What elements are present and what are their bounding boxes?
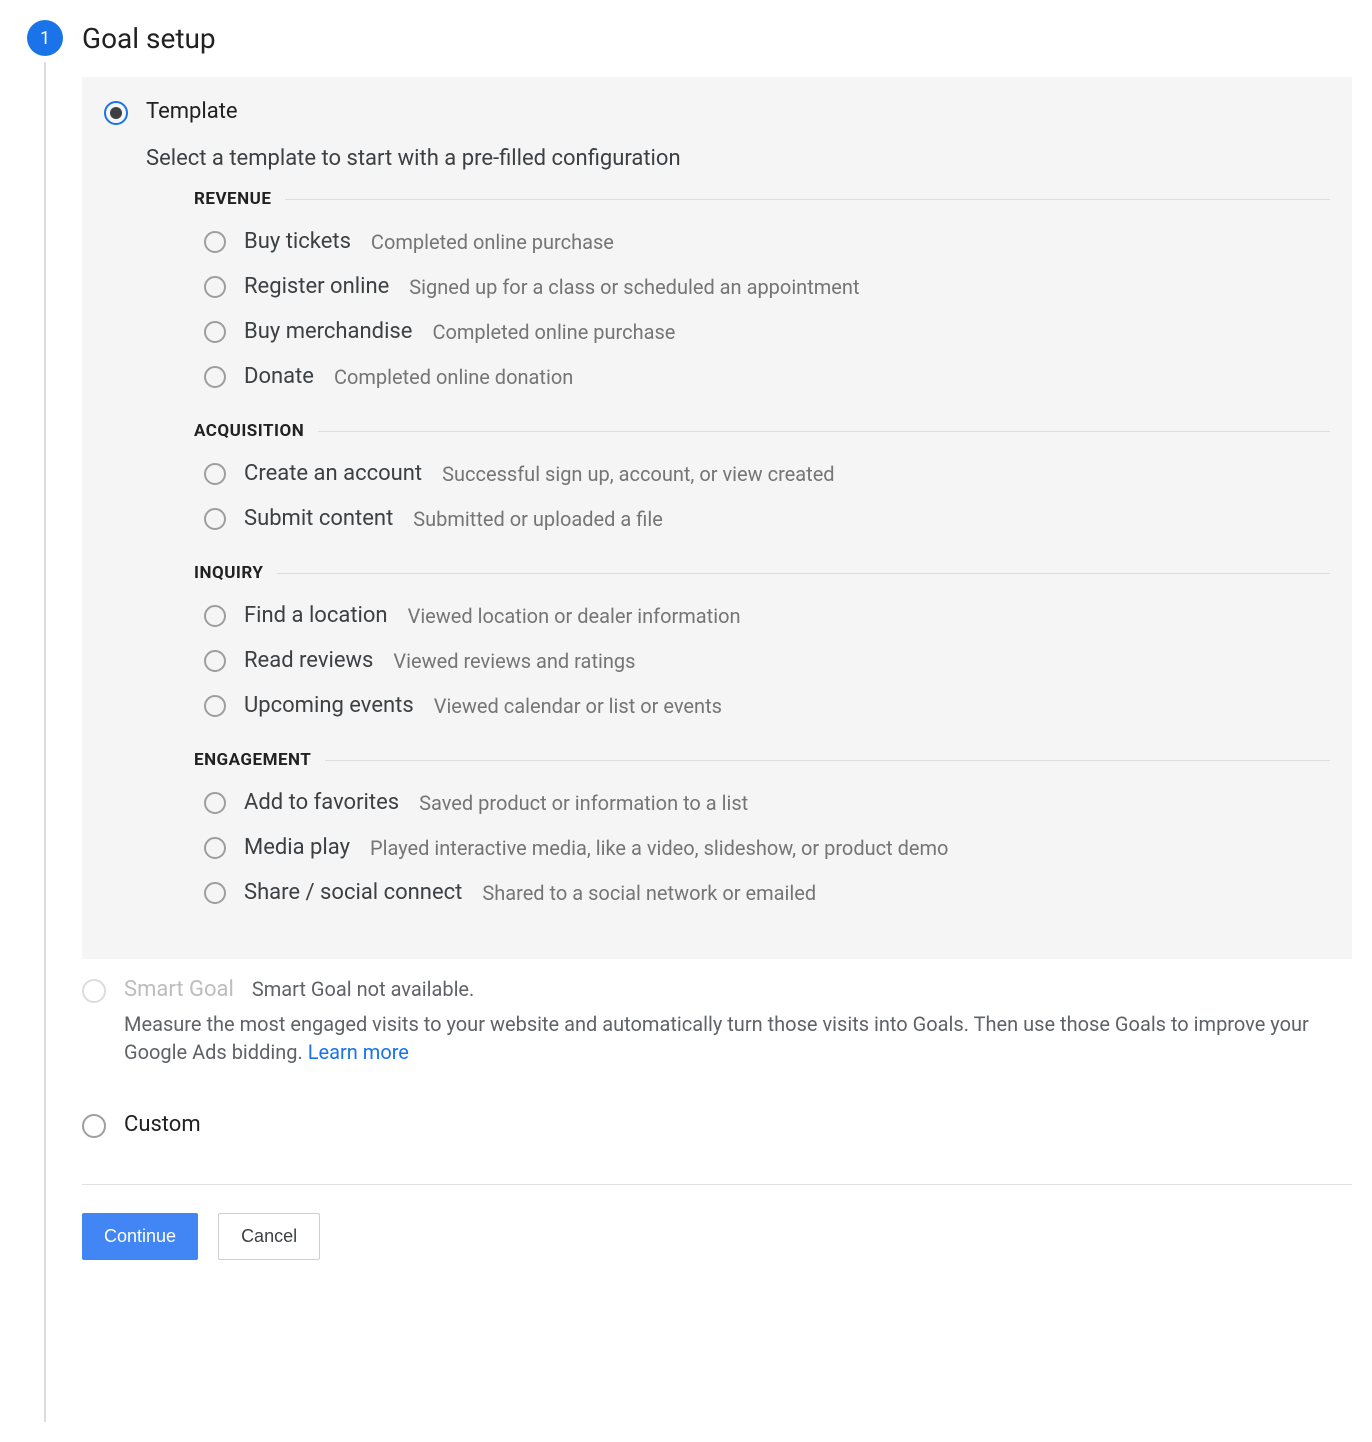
template-item-label: Submit content (244, 506, 393, 531)
template-item-radio[interactable] (204, 463, 226, 485)
template-item[interactable]: Read reviews Viewed reviews and ratings (194, 638, 1330, 683)
template-item-description: Successful sign up, account, or view cre… (442, 462, 834, 486)
template-group: ENGAGEMENT Add to favorites Saved product … (146, 750, 1330, 915)
template-item-description: Played interactive media, like a video, … (370, 836, 948, 860)
group-header: REVENUE (194, 189, 1330, 209)
button-row: Continue Cancel (82, 1213, 1352, 1260)
template-item-radio[interactable] (204, 882, 226, 904)
smart-goal-description-text: Measure the most engaged visits to your … (124, 1012, 1309, 1064)
template-item-description: Submitted or uploaded a file (413, 507, 663, 531)
template-item[interactable]: Find a location Viewed location or dealer… (194, 593, 1330, 638)
template-item-label: Register online (244, 274, 389, 299)
template-item-label: Find a location (244, 603, 388, 628)
option-custom-block: Custom (82, 1104, 1352, 1146)
template-item[interactable]: Share / social connect Shared to a social… (194, 870, 1330, 915)
custom-option-label: Custom (124, 1112, 1352, 1137)
template-item-radio[interactable] (204, 695, 226, 717)
template-item[interactable]: Media play Played interactive media, like… (194, 825, 1330, 870)
template-item-description: Completed online donation (334, 365, 573, 389)
template-item-radio[interactable] (204, 792, 226, 814)
template-item-description: Saved product or information to a list (419, 791, 748, 815)
template-item-label: Create an account (244, 461, 422, 486)
template-item[interactable]: Buy tickets Completed online purchase (194, 219, 1330, 264)
template-item-label: Media play (244, 835, 350, 860)
template-item[interactable]: Submit content Submitted or uploaded a fi… (194, 496, 1330, 541)
group-title: ENGAGEMENT (194, 750, 311, 770)
template-item[interactable]: Upcoming events Viewed calendar or list o… (194, 683, 1330, 728)
template-body: Template Select a template to start with… (128, 99, 1330, 937)
smart-goal-label: Smart Goal (124, 977, 234, 1002)
template-item-label: Upcoming events (244, 693, 414, 718)
step-connector-line (44, 62, 46, 1422)
group-divider-line (318, 431, 1330, 432)
step-content: Goal setup Template Select a template to… (70, 20, 1352, 1260)
option-smart-goal-block: Smart Goal Smart Goal not available. Mea… (82, 969, 1352, 1074)
template-groups: REVENUE Buy tickets Completed online purch… (146, 189, 1330, 915)
template-item-radio[interactable] (204, 321, 226, 343)
smart-goal-body: Smart Goal Smart Goal not available. Mea… (106, 977, 1352, 1066)
template-item-label: Donate (244, 364, 314, 389)
smart-goal-radio (82, 979, 106, 1003)
template-item[interactable]: Buy merchandise Completed online purchase (194, 309, 1330, 354)
learn-more-link[interactable]: Learn more (308, 1040, 409, 1064)
template-item-radio[interactable] (204, 605, 226, 627)
custom-body: Custom (106, 1112, 1352, 1137)
smart-goal-label-row: Smart Goal Smart Goal not available. (124, 977, 1352, 1002)
custom-radio[interactable] (82, 1114, 106, 1138)
template-item-radio[interactable] (204, 837, 226, 859)
template-item-radio[interactable] (204, 231, 226, 253)
template-item[interactable]: Create an account Successful sign up, acc… (194, 451, 1330, 496)
template-item-description: Viewed location or dealer information (408, 604, 741, 628)
group-header: ACQUISITION (194, 421, 1330, 441)
group-header: INQUIRY (194, 563, 1330, 583)
continue-button[interactable]: Continue (82, 1213, 198, 1260)
smart-goal-inline-note: Smart Goal not available. (252, 977, 474, 1001)
template-item-label: Share / social connect (244, 880, 462, 905)
template-item-description: Completed online purchase (432, 320, 675, 344)
template-item-label: Buy tickets (244, 229, 351, 254)
template-item-radio[interactable] (204, 366, 226, 388)
template-item-radio[interactable] (204, 276, 226, 298)
template-subtitle: Select a template to start with a pre-fi… (146, 146, 1330, 171)
step-column: 1 (20, 20, 70, 1422)
template-item-description: Signed up for a class or scheduled an ap… (409, 275, 859, 299)
template-item-description: Shared to a social network or emailed (482, 881, 816, 905)
template-item-radio[interactable] (204, 508, 226, 530)
divider (82, 1184, 1352, 1185)
smart-goal-description: Measure the most engaged visits to your … (124, 1010, 1352, 1066)
template-item-description: Completed online purchase (371, 230, 614, 254)
template-option-label: Template (146, 99, 1330, 124)
group-divider-line (325, 760, 1330, 761)
template-item-label: Add to favorites (244, 790, 399, 815)
template-item[interactable]: Add to favorites Saved product or informa… (194, 780, 1330, 825)
template-group: REVENUE Buy tickets Completed online purch… (146, 189, 1330, 399)
stepper: 1 Goal setup Template Select a template … (20, 20, 1352, 1422)
template-group: ACQUISITION Create an account Successful s… (146, 421, 1330, 541)
template-item-radio[interactable] (204, 650, 226, 672)
template-item[interactable]: Register online Signed up for a class or … (194, 264, 1330, 309)
template-radio[interactable] (104, 101, 128, 125)
step-title: Goal setup (82, 22, 1352, 55)
template-item[interactable]: Donate Completed online donation (194, 354, 1330, 399)
group-divider-line (277, 573, 1330, 574)
cancel-button[interactable]: Cancel (218, 1213, 320, 1260)
group-title: INQUIRY (194, 563, 263, 583)
group-divider-line (285, 199, 1330, 200)
group-title: REVENUE (194, 189, 271, 209)
template-item-label: Read reviews (244, 648, 373, 673)
template-group: INQUIRY Find a location Viewed location or… (146, 563, 1330, 728)
group-title: ACQUISITION (194, 421, 304, 441)
template-item-description: Viewed reviews and ratings (393, 649, 635, 673)
group-header: ENGAGEMENT (194, 750, 1330, 770)
option-template-block: Template Select a template to start with… (82, 77, 1352, 959)
step-number-badge: 1 (27, 20, 63, 56)
template-item-description: Viewed calendar or list or events (434, 694, 722, 718)
template-item-label: Buy merchandise (244, 319, 412, 344)
